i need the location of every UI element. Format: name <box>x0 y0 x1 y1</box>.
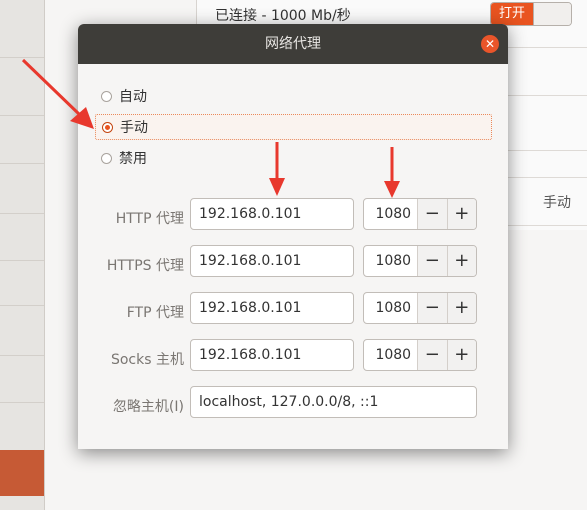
proxy-mode-value: 手动 <box>543 195 571 211</box>
socks-host-input[interactable]: 192.168.0.101 <box>190 339 354 371</box>
mode-label-auto: 自动 <box>119 89 147 105</box>
radio-checked-icon[interactable] <box>102 121 113 133</box>
sidebar-item-selected[interactable] <box>0 450 44 496</box>
dialog-title: 网络代理 <box>265 36 321 52</box>
http-proxy-host-input[interactable]: 192.168.0.101 <box>190 198 354 230</box>
close-icon[interactable]: ✕ <box>481 35 499 53</box>
http-proxy-port-spinner: 1080 − + <box>363 198 477 230</box>
switch-knob <box>533 3 571 25</box>
socks-port-increment-button[interactable]: + <box>446 340 476 370</box>
annotation-arrow-radio <box>21 58 94 129</box>
https-proxy-port-spinner: 1080 − + <box>363 245 477 277</box>
socks-host-label: Socks 主机 <box>110 352 184 368</box>
dialog-titlebar: 网络代理 ✕ <box>78 24 508 64</box>
http-proxy-label: HTTP 代理 <box>115 211 184 227</box>
mode-radio-auto[interactable]: 自动 <box>95 84 147 108</box>
mode-radio-disabled[interactable]: 禁用 <box>95 146 147 170</box>
mode-label-disabled: 禁用 <box>119 151 147 167</box>
ftp-port-decrement-button[interactable]: − <box>417 293 447 323</box>
https-port-value[interactable]: 1080 <box>364 246 417 276</box>
radio-icon[interactable] <box>101 90 112 102</box>
ignore-hosts-label: 忽略主机(I) <box>112 399 184 415</box>
http-port-increment-button[interactable]: + <box>446 199 476 229</box>
https-proxy-label: HTTPS 代理 <box>106 258 184 274</box>
ftp-port-value[interactable]: 1080 <box>364 293 417 323</box>
socks-port-decrement-button[interactable]: − <box>417 340 447 370</box>
socks-port-spinner: 1080 − + <box>363 339 477 371</box>
radio-icon[interactable] <box>101 152 112 164</box>
https-proxy-host-input[interactable]: 192.168.0.101 <box>190 245 354 277</box>
http-port-decrement-button[interactable]: − <box>417 199 447 229</box>
ftp-proxy-label: FTP 代理 <box>126 305 184 321</box>
socks-port-value[interactable]: 1080 <box>364 340 417 370</box>
mode-label-manual: 手动 <box>120 120 148 136</box>
ftp-port-increment-button[interactable]: + <box>446 293 476 323</box>
https-port-decrement-button[interactable]: − <box>417 246 447 276</box>
ignore-hosts-input[interactable]: localhost, 127.0.0.0/8, ::1 <box>190 386 477 418</box>
ftp-proxy-port-spinner: 1080 − + <box>363 292 477 324</box>
mode-radio-manual[interactable]: 手动 <box>95 114 492 140</box>
ftp-proxy-host-input[interactable]: 192.168.0.101 <box>190 292 354 324</box>
switch-on-label: 打开 <box>491 3 533 25</box>
connection-status: 已连接 - 1000 Mb/秒 <box>215 8 351 24</box>
annotation-arrow-port <box>384 147 400 198</box>
network-proxy-dialog: 网络代理 ✕ 自动 手动 禁用 HTTP 代理 192.168.0.101 10… <box>78 24 508 449</box>
annotation-arrow-host <box>269 142 285 196</box>
https-port-increment-button[interactable]: + <box>446 246 476 276</box>
wired-toggle-switch[interactable]: 打开 <box>490 2 572 26</box>
http-port-value[interactable]: 1080 <box>364 199 417 229</box>
